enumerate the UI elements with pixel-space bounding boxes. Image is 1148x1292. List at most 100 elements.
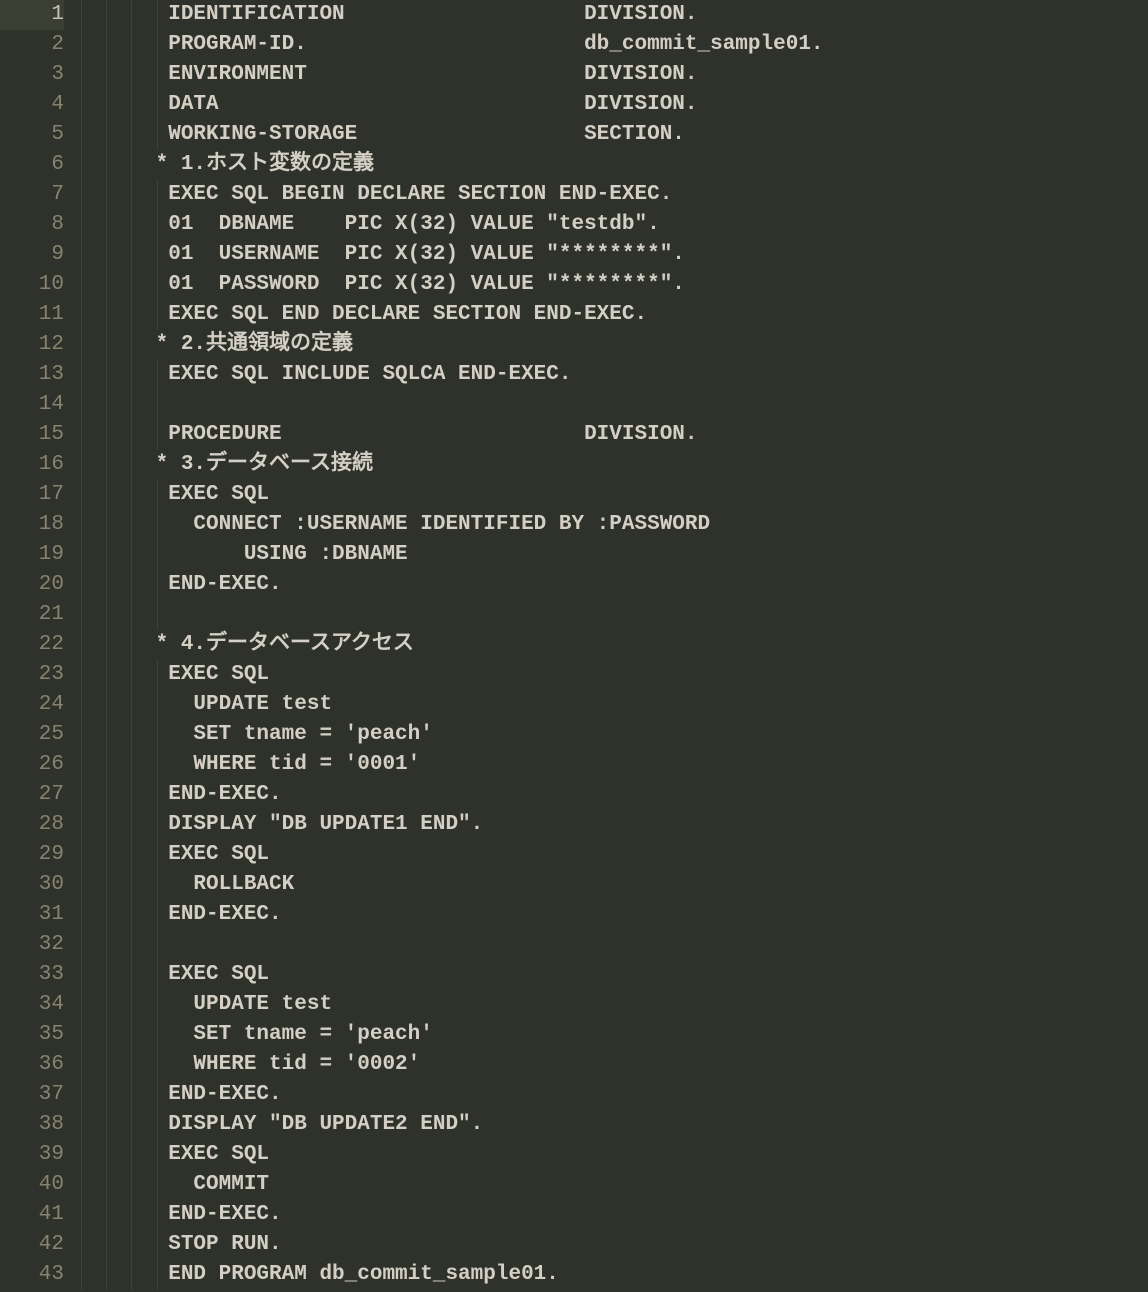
code-line[interactable]: 01 DBNAME PIC X(32) VALUE "testdb". <box>80 210 1148 240</box>
code-line[interactable]: ENVIRONMENT DIVISION. <box>80 60 1148 90</box>
code-line[interactable]: END PROGRAM db_commit_sample01. <box>80 1260 1148 1290</box>
code-line[interactable]: * 3.データベース接続 <box>80 450 1148 480</box>
code-line[interactable]: END-EXEC. <box>80 1200 1148 1230</box>
line-number: 42 <box>0 1230 64 1260</box>
code-text: IDENTIFICATION DIVISION. <box>80 3 698 26</box>
line-number: 11 <box>0 300 64 330</box>
line-number: 10 <box>0 270 64 300</box>
code-line[interactable]: COMMIT <box>80 1170 1148 1200</box>
code-line[interactable]: EXEC SQL <box>80 960 1148 990</box>
code-text: COMMIT <box>80 1173 269 1196</box>
code-text: END-EXEC. <box>80 903 282 926</box>
code-line[interactable]: END-EXEC. <box>80 780 1148 810</box>
code-line[interactable]: PROCEDURE DIVISION. <box>80 420 1148 450</box>
code-text: END-EXEC. <box>80 1083 282 1106</box>
code-line[interactable]: EXEC SQL BEGIN DECLARE SECTION END-EXEC. <box>80 180 1148 210</box>
code-text: EXEC SQL <box>80 843 269 866</box>
code-line[interactable] <box>80 600 1148 630</box>
code-line[interactable]: CONNECT :USERNAME IDENTIFIED BY :PASSWOR… <box>80 510 1148 540</box>
code-text: UPDATE test <box>80 993 332 1016</box>
line-number: 2 <box>0 30 64 60</box>
code-area[interactable]: IDENTIFICATION DIVISION. PROGRAM-ID. db_… <box>80 0 1148 1292</box>
line-number: 33 <box>0 960 64 990</box>
line-number: 15 <box>0 420 64 450</box>
line-number: 24 <box>0 690 64 720</box>
line-number: 37 <box>0 1080 64 1110</box>
code-text: 01 PASSWORD PIC X(32) VALUE "********". <box>80 273 685 296</box>
code-line[interactable]: * 4.データベースアクセス <box>80 630 1148 660</box>
code-text: SET tname = 'peach' <box>80 723 433 746</box>
code-text: END-EXEC. <box>80 783 282 806</box>
line-number: 18 <box>0 510 64 540</box>
code-text: SET tname = 'peach' <box>80 1023 433 1046</box>
code-line[interactable]: 01 USERNAME PIC X(32) VALUE "********". <box>80 240 1148 270</box>
code-line[interactable]: * 1.ホスト変数の定義 <box>80 150 1148 180</box>
line-number: 31 <box>0 900 64 930</box>
code-line[interactable]: EXEC SQL <box>80 840 1148 870</box>
line-number: 12 <box>0 330 64 360</box>
line-number-gutter: 1234567891011121314151617181920212223242… <box>0 0 80 1292</box>
line-number: 7 <box>0 180 64 210</box>
code-line[interactable]: SET tname = 'peach' <box>80 720 1148 750</box>
code-editor[interactable]: 1234567891011121314151617181920212223242… <box>0 0 1148 1292</box>
line-number: 22 <box>0 630 64 660</box>
code-text: USING :DBNAME <box>80 543 408 566</box>
line-number: 13 <box>0 360 64 390</box>
code-text: PROCEDURE DIVISION. <box>80 423 698 446</box>
line-number: 4 <box>0 90 64 120</box>
code-text: EXEC SQL INCLUDE SQLCA END-EXEC. <box>80 363 571 386</box>
line-number: 32 <box>0 930 64 960</box>
line-number: 40 <box>0 1170 64 1200</box>
code-line[interactable]: END-EXEC. <box>80 1080 1148 1110</box>
code-line[interactable]: ROLLBACK <box>80 870 1148 900</box>
code-text: EXEC SQL <box>80 483 269 506</box>
line-number: 38 <box>0 1110 64 1140</box>
code-text: WHERE tid = '0002' <box>80 1053 420 1076</box>
code-text: EXEC SQL BEGIN DECLARE SECTION END-EXEC. <box>80 183 672 206</box>
code-line[interactable]: WORKING-STORAGE SECTION. <box>80 120 1148 150</box>
line-number: 35 <box>0 1020 64 1050</box>
code-line[interactable]: STOP RUN. <box>80 1230 1148 1260</box>
code-line[interactable]: WHERE tid = '0001' <box>80 750 1148 780</box>
code-line[interactable]: EXEC SQL END DECLARE SECTION END-EXEC. <box>80 300 1148 330</box>
line-number: 27 <box>0 780 64 810</box>
code-line[interactable]: END-EXEC. <box>80 570 1148 600</box>
code-line[interactable] <box>80 930 1148 960</box>
code-line[interactable]: IDENTIFICATION DIVISION. <box>80 0 1148 30</box>
line-number: 36 <box>0 1050 64 1080</box>
code-text: END PROGRAM db_commit_sample01. <box>80 1263 559 1286</box>
code-text: * 4.データベースアクセス <box>80 633 414 656</box>
code-line[interactable] <box>80 390 1148 420</box>
code-line[interactable]: DISPLAY "DB UPDATE1 END". <box>80 810 1148 840</box>
code-text: END-EXEC. <box>80 573 282 596</box>
code-text: CONNECT :USERNAME IDENTIFIED BY :PASSWOR… <box>80 513 710 536</box>
line-number: 21 <box>0 600 64 630</box>
code-line[interactable]: USING :DBNAME <box>80 540 1148 570</box>
code-line[interactable]: EXEC SQL <box>80 1140 1148 1170</box>
line-number: 23 <box>0 660 64 690</box>
code-line[interactable]: UPDATE test <box>80 990 1148 1020</box>
line-number: 28 <box>0 810 64 840</box>
code-line[interactable]: END-EXEC. <box>80 900 1148 930</box>
code-line[interactable]: EXEC SQL INCLUDE SQLCA END-EXEC. <box>80 360 1148 390</box>
code-line[interactable]: * 2.共通領域の定義 <box>80 330 1148 360</box>
code-line[interactable]: WHERE tid = '0002' <box>80 1050 1148 1080</box>
code-line[interactable]: DISPLAY "DB UPDATE2 END". <box>80 1110 1148 1140</box>
code-text: WORKING-STORAGE SECTION. <box>80 123 685 146</box>
code-text: EXEC SQL <box>80 1143 269 1166</box>
code-line[interactable]: EXEC SQL <box>80 660 1148 690</box>
code-text: 01 DBNAME PIC X(32) VALUE "testdb". <box>80 213 660 236</box>
line-number: 1 <box>0 0 64 30</box>
code-line[interactable]: DATA DIVISION. <box>80 90 1148 120</box>
line-number: 14 <box>0 390 64 420</box>
code-line[interactable]: PROGRAM-ID. db_commit_sample01. <box>80 30 1148 60</box>
line-number: 5 <box>0 120 64 150</box>
line-number: 8 <box>0 210 64 240</box>
code-line[interactable]: 01 PASSWORD PIC X(32) VALUE "********". <box>80 270 1148 300</box>
code-line[interactable]: EXEC SQL <box>80 480 1148 510</box>
code-line[interactable]: UPDATE test <box>80 690 1148 720</box>
line-number: 34 <box>0 990 64 1020</box>
code-text: * 1.ホスト変数の定義 <box>80 153 374 176</box>
code-line[interactable]: SET tname = 'peach' <box>80 1020 1148 1050</box>
code-text: 01 USERNAME PIC X(32) VALUE "********". <box>80 243 685 266</box>
